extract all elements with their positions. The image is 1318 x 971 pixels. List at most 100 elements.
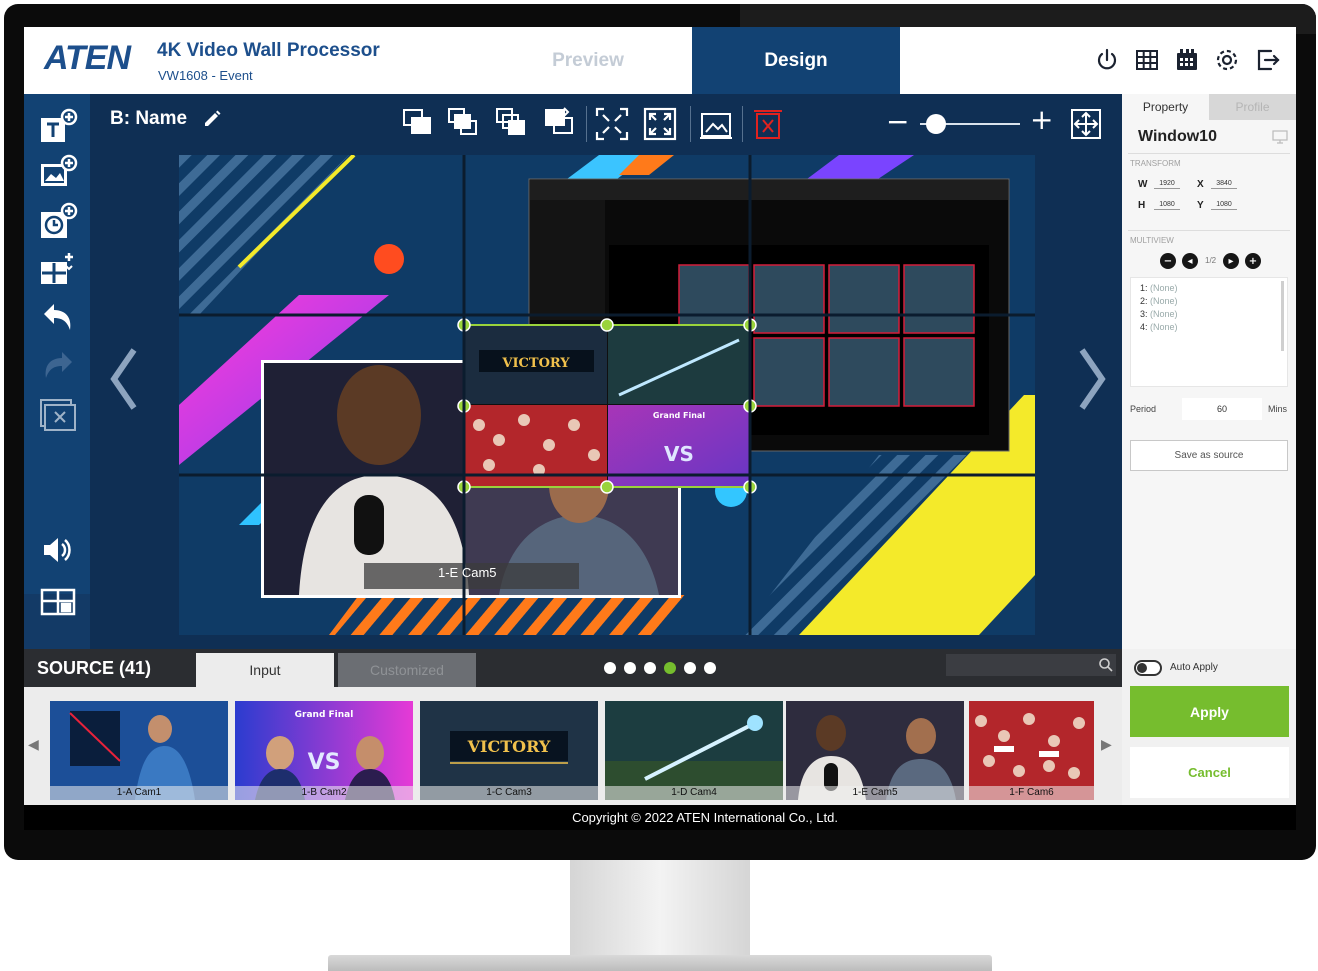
- left-toolbar: [24, 94, 90, 716]
- fill-window-icon[interactable]: [642, 106, 678, 142]
- multiview-label: MULTIVIEW: [1130, 236, 1174, 245]
- divider: [1128, 230, 1290, 231]
- scrollbar[interactable]: [1281, 281, 1284, 351]
- prev-page-icon[interactable]: ◂: [1182, 253, 1198, 269]
- page-dot[interactable]: [664, 662, 676, 674]
- x-label: X: [1197, 179, 1204, 190]
- source-thumb-1b[interactable]: Grand Final VS 1-B Cam2: [235, 701, 413, 800]
- search-icon[interactable]: [1098, 657, 1114, 673]
- send-backward-icon[interactable]: [494, 106, 530, 142]
- tab-customized[interactable]: Customized: [338, 653, 476, 687]
- app-header: ATEN 4K Video Wall Processor VW1608 - Ev…: [24, 27, 1296, 94]
- auto-apply-toggle[interactable]: [1134, 660, 1162, 676]
- aten-logo: ATEN: [44, 39, 131, 77]
- delete-icon[interactable]: [750, 106, 786, 142]
- width-field[interactable]: 1920: [1154, 180, 1180, 189]
- source-thumb-1d[interactable]: 1-D Cam4: [605, 701, 783, 800]
- multiview-list[interactable]: 1: (None) 2: (None) 3: (None) 4: (None): [1130, 277, 1288, 387]
- divider: [1128, 153, 1290, 154]
- toolbar-divider: [690, 106, 691, 142]
- page-dot[interactable]: [604, 662, 616, 674]
- height-field[interactable]: 1080: [1154, 201, 1180, 210]
- grid-icon[interactable]: [1134, 47, 1160, 73]
- page-dot[interactable]: [644, 662, 656, 674]
- add-layout-icon[interactable]: [38, 250, 78, 290]
- y-field[interactable]: 1080: [1211, 201, 1237, 210]
- property-panel: Property Profile Window10 TRANSFORM W 19…: [1122, 94, 1296, 649]
- list-item[interactable]: 1: (None): [1140, 283, 1178, 293]
- next-wall-arrow[interactable]: [1076, 344, 1110, 414]
- source-header: SOURCE (41) Input Customized: [24, 649, 1122, 687]
- apply-button[interactable]: Apply: [1130, 686, 1289, 737]
- design-canvas-area: B: Name − + VICTORY Grand Final VS 1-E C…: [90, 94, 1122, 649]
- victory-logo-text: VICTORY: [467, 737, 551, 756]
- fit-to-screen-icon[interactable]: [1070, 108, 1102, 140]
- bring-front-icon[interactable]: [400, 106, 436, 142]
- list-item[interactable]: 4: (None): [1140, 322, 1178, 332]
- calendar-icon[interactable]: [1174, 47, 1200, 73]
- x-field[interactable]: 3840: [1211, 180, 1237, 189]
- source-thumb-1a[interactable]: 1-A Cam1: [50, 701, 228, 800]
- tab-design[interactable]: Design: [692, 27, 900, 94]
- gear-icon[interactable]: [1214, 47, 1240, 73]
- source-label: 1-E Cam5: [786, 786, 964, 800]
- window-caption: 1-E Cam5: [438, 565, 497, 580]
- prev-wall-arrow[interactable]: [106, 344, 140, 414]
- undo-icon[interactable]: [38, 298, 78, 338]
- next-page-icon[interactable]: ▸: [1223, 253, 1239, 269]
- scroll-left-icon[interactable]: ◀: [28, 737, 39, 753]
- cancel-button[interactable]: Cancel: [1130, 747, 1289, 798]
- tab-input[interactable]: Input: [196, 653, 334, 687]
- period-field[interactable]: 60: [1182, 398, 1262, 420]
- add-clock-icon[interactable]: [38, 202, 78, 242]
- multiview-page: 1/2: [1205, 256, 1217, 265]
- bring-forward-icon[interactable]: [446, 106, 482, 142]
- send-back-icon[interactable]: [542, 106, 578, 142]
- grand-final-text: Grand Final: [653, 411, 705, 420]
- scroll-right-icon[interactable]: ▶: [1101, 737, 1112, 753]
- add-text-icon[interactable]: [38, 108, 78, 148]
- remove-view-icon[interactable]: −: [1160, 253, 1176, 269]
- monitor-stand-base: [328, 955, 992, 971]
- tab-profile[interactable]: Profile: [1209, 94, 1296, 120]
- grand-final-text: Grand Final: [295, 710, 354, 720]
- source-thumbnail-strip: ◀ ▶ 1-A Cam1 Grand Final VS 1-B Cam2 VICT…: [24, 687, 1122, 805]
- zoom-slider-thumb[interactable]: [926, 114, 946, 134]
- redo-icon[interactable]: [38, 346, 78, 386]
- page-dot[interactable]: [624, 662, 636, 674]
- add-image-icon[interactable]: [38, 154, 78, 194]
- add-view-icon[interactable]: +: [1245, 253, 1261, 269]
- tab-property[interactable]: Property: [1122, 94, 1209, 120]
- list-item[interactable]: 3: (None): [1140, 309, 1178, 319]
- source-title: SOURCE (41): [37, 658, 152, 678]
- zoom-out-button[interactable]: −: [886, 108, 910, 136]
- wall-layout-icon[interactable]: [38, 582, 78, 622]
- zoom-in-button[interactable]: +: [1030, 106, 1054, 134]
- fit-window-icon[interactable]: [594, 106, 630, 142]
- page-dot[interactable]: [684, 662, 696, 674]
- background-image-icon[interactable]: [698, 106, 734, 142]
- auto-apply-label: Auto Apply: [1170, 662, 1218, 673]
- source-label: 1-A Cam1: [50, 786, 228, 800]
- tab-preview[interactable]: Preview: [484, 27, 692, 94]
- power-icon[interactable]: [1094, 47, 1120, 73]
- app-title: 4K Video Wall Processor: [157, 40, 380, 61]
- save-as-source-button[interactable]: Save as source: [1130, 440, 1288, 471]
- volume-icon[interactable]: [38, 530, 78, 570]
- video-wall-canvas[interactable]: VICTORY Grand Final VS 1-E Cam5: [179, 155, 1035, 635]
- source-thumb-1f[interactable]: 1-F Cam6: [969, 701, 1094, 800]
- source-search-input[interactable]: [946, 654, 1116, 676]
- period-label: Period: [1130, 404, 1157, 414]
- clear-icon[interactable]: [38, 394, 78, 434]
- victory-logo-text: VICTORY: [501, 356, 570, 371]
- page-dot[interactable]: [704, 662, 716, 674]
- edit-name-icon[interactable]: [202, 109, 222, 129]
- source-label: 1-F Cam6: [969, 786, 1094, 800]
- toolbar-divider: [742, 106, 743, 142]
- list-item[interactable]: 2: (None): [1140, 296, 1178, 306]
- wall-background: VICTORY Grand Final VS: [179, 155, 1035, 635]
- source-thumb-1e[interactable]: 1-E Cam5: [786, 701, 964, 800]
- window-name: Window10: [1138, 128, 1217, 145]
- source-thumb-1c[interactable]: VICTORY 1-C Cam3: [420, 701, 598, 800]
- logout-icon[interactable]: [1255, 47, 1281, 73]
